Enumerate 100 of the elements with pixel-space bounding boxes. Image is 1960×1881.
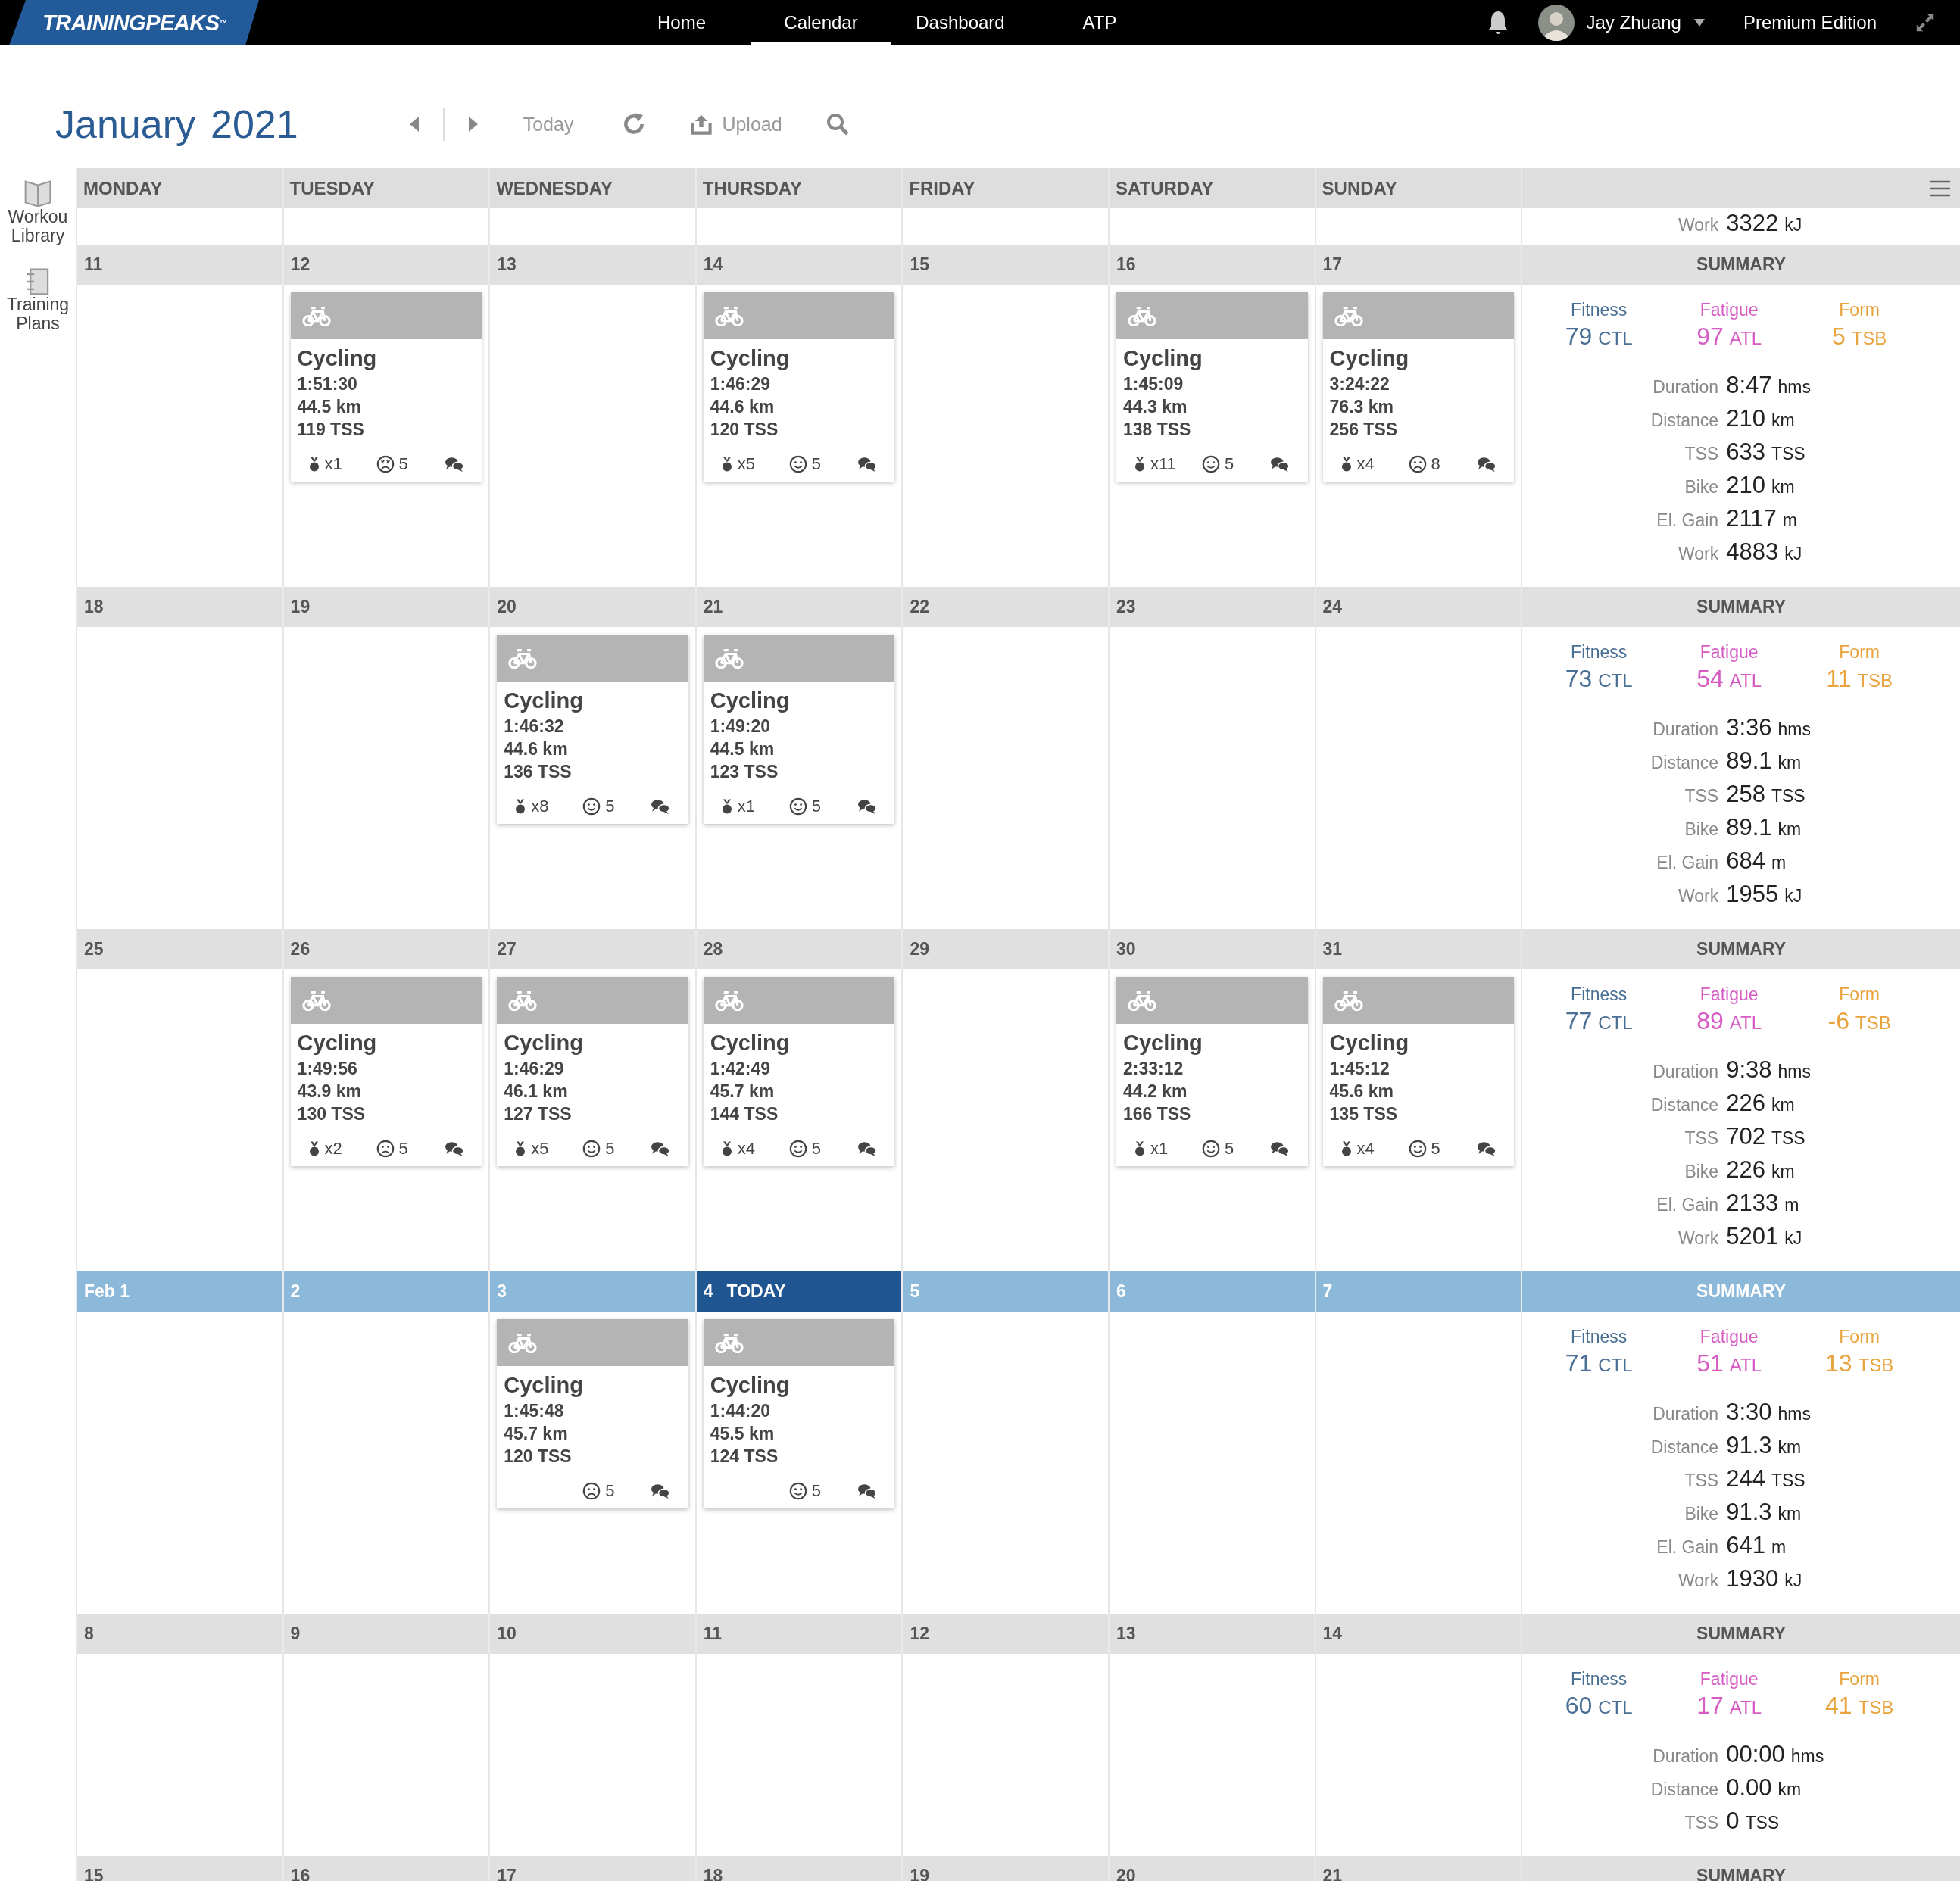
workout-card[interactable]: Cycling 1:45:09 44.3 km 138 TSS x11 5 — [1116, 292, 1308, 482]
stat-value: 0 — [1726, 1808, 1740, 1835]
edition-label[interactable]: Premium Edition — [1743, 12, 1877, 33]
workout-tss: 130 TSS — [297, 1103, 367, 1125]
comments-icon[interactable] — [857, 798, 877, 815]
nav-tab[interactable]: Home — [612, 0, 751, 45]
nav-tab[interactable]: Dashboard — [891, 0, 1030, 45]
stat-unit: hms — [1777, 719, 1811, 740]
sidebar-label[interactable]: Training Plans — [2, 295, 74, 333]
weekday-header: TUESDAY — [282, 168, 489, 208]
book-icon[interactable] — [23, 180, 53, 207]
feel-rating: 5 — [811, 1139, 822, 1159]
workout-card[interactable]: Cycling 1:44:20 45.5 km 124 TSS 5 — [703, 1319, 895, 1508]
stat-unit: m — [1784, 1195, 1799, 1215]
comments-icon[interactable] — [1476, 1140, 1497, 1157]
stat-unit: kJ — [1784, 886, 1802, 906]
weekday-header: SUNDAY — [1314, 168, 1521, 208]
date-label: 18 — [84, 597, 104, 617]
stat-value: 8:47 — [1726, 372, 1772, 399]
logo[interactable]: TRAININGPEAKS$^{™}$ — [9, 0, 259, 45]
feel-rating: 5 — [398, 1139, 408, 1159]
sidebar-label[interactable]: Workou Library — [2, 207, 74, 245]
smile-face-icon — [1201, 1140, 1220, 1158]
comments-icon[interactable] — [651, 1140, 671, 1157]
summary-title: SUMMARY — [1521, 1271, 1960, 1312]
medal-count: x8 — [531, 797, 549, 816]
workout-tss: 256 TSS — [1329, 419, 1399, 441]
user-name[interactable]: Jay Zhuang — [1586, 12, 1681, 33]
stat-label: Distance — [1649, 410, 1720, 431]
workout-card[interactable]: Cycling 3:24:22 76.3 km 256 TSS x4 8 — [1322, 292, 1515, 482]
stat-value: 2133 — [1726, 1190, 1779, 1217]
medal-icon — [1133, 1140, 1146, 1157]
metric-value: 17 — [1696, 1691, 1724, 1720]
workout-card[interactable]: Cycling 2:33:12 44.2 km 166 TSS x1 5 — [1116, 977, 1308, 1166]
menu-icon[interactable] — [1930, 179, 1951, 197]
workout-title: Cycling — [1329, 1030, 1410, 1056]
smile-face-icon — [1408, 1140, 1427, 1158]
workout-title: Cycling — [1122, 345, 1203, 372]
metric-unit: TSB — [1858, 1696, 1894, 1719]
smile-face-icon — [582, 797, 601, 816]
workout-card[interactable]: Cycling 1:45:48 45.7 km 120 TSS 5 — [497, 1319, 688, 1508]
comments-icon[interactable] — [651, 1483, 671, 1499]
workout-card[interactable]: Cycling 1:45:12 45.6 km 135 TSS x4 5 — [1322, 977, 1515, 1166]
month-title: January — [55, 101, 195, 147]
stat-value: 89.1 — [1726, 814, 1772, 841]
stat-value: 702 — [1726, 1123, 1765, 1150]
expand-icon[interactable] — [1915, 12, 1936, 33]
comments-icon[interactable] — [444, 1140, 464, 1157]
comments-icon[interactable] — [1269, 456, 1290, 473]
stat-unit: m — [1771, 853, 1787, 873]
stat-value: 5201 — [1726, 1223, 1779, 1250]
bike-icon — [713, 647, 744, 669]
medal-icon — [514, 798, 527, 815]
nav-tab[interactable]: ATP — [1030, 0, 1169, 45]
medal-count: x4 — [737, 1139, 756, 1159]
date-label: 12 — [910, 1624, 929, 1644]
metric-unit: CTL — [1598, 669, 1633, 692]
feel-rating: 5 — [811, 454, 822, 474]
comments-icon[interactable] — [857, 456, 877, 473]
workout-duration: 1:51:30 — [297, 373, 358, 395]
comments-icon[interactable] — [1269, 1140, 1290, 1157]
workout-card[interactable]: Cycling 1:46:32 44.6 km 136 TSS x8 5 — [497, 635, 688, 824]
workout-duration: 1:45:48 — [504, 1400, 565, 1422]
avatar[interactable] — [1537, 5, 1575, 41]
notebook-icon[interactable] — [25, 268, 51, 295]
stat-label: Distance — [1649, 1437, 1720, 1458]
comments-icon[interactable] — [444, 456, 464, 473]
nav-tab[interactable]: Calendar — [751, 0, 891, 45]
metric-label: Fatigue — [1699, 641, 1759, 663]
workout-distance: 44.2 km — [1122, 1081, 1188, 1103]
stat-unit: kJ — [1784, 1571, 1802, 1591]
medal-icon — [720, 798, 733, 815]
smile-face-icon — [1201, 455, 1220, 473]
date-label: Feb 1 — [84, 1281, 130, 1302]
date-label: 2 — [290, 1281, 301, 1302]
feel-rating: 5 — [398, 454, 408, 474]
workout-card[interactable]: Cycling 1:46:29 46.1 km 127 TSS x5 5 — [497, 977, 688, 1166]
date-label: 13 — [497, 254, 517, 275]
comments-icon[interactable] — [857, 1483, 877, 1499]
stat-unit: kJ — [1784, 215, 1802, 236]
comments-icon[interactable] — [1476, 456, 1497, 473]
medal-count: x1 — [324, 454, 342, 474]
metric-value: 97 — [1696, 322, 1724, 351]
medal-icon — [307, 1140, 320, 1157]
workout-tss: 138 TSS — [1122, 419, 1192, 441]
next-icon[interactable] — [467, 116, 479, 133]
date-label: 20 — [497, 597, 517, 617]
workout-card[interactable]: Cycling 1:51:30 44.5 km 119 TSS x1 5 — [290, 292, 482, 482]
date-label: 14 — [703, 254, 723, 275]
comments-icon[interactable] — [857, 1140, 877, 1157]
caret-icon[interactable] — [1693, 18, 1706, 27]
comments-icon[interactable] — [651, 798, 671, 815]
workout-card[interactable]: Cycling 1:49:20 44.5 km 123 TSS x1 5 — [703, 635, 895, 824]
stat-label: Bike — [1684, 477, 1720, 498]
search-icon[interactable] — [826, 113, 849, 136]
feel-rating: 5 — [1224, 1139, 1234, 1159]
workout-card[interactable]: Cycling 1:49:56 43.9 km 130 TSS x2 5 — [290, 977, 482, 1166]
workout-tss: 120 TSS — [710, 419, 779, 441]
workout-card[interactable]: Cycling 1:46:29 44.6 km 120 TSS x5 5 — [703, 292, 895, 482]
workout-card[interactable]: Cycling 1:42:49 45.7 km 144 TSS x4 5 — [703, 977, 895, 1166]
